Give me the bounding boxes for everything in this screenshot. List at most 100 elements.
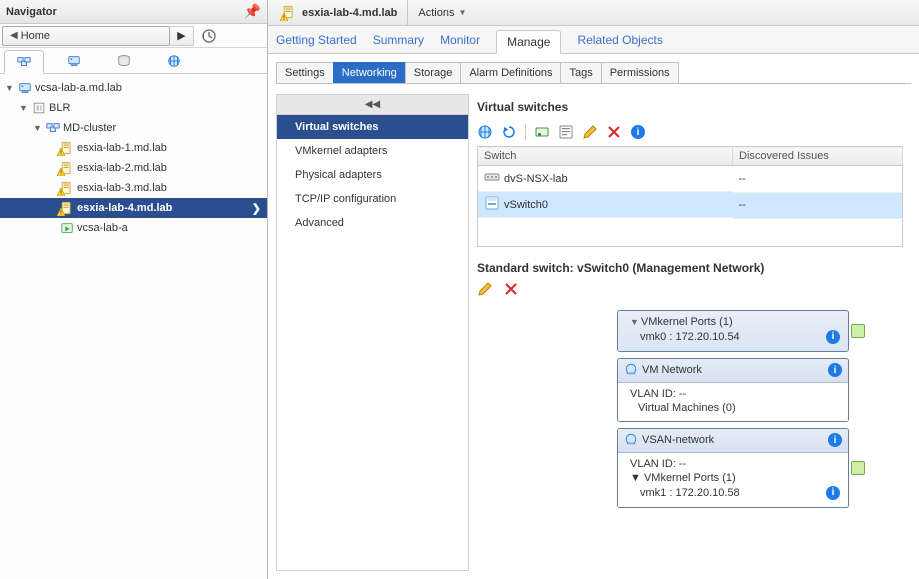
tab-hosts-clusters[interactable]	[4, 50, 44, 74]
switch-name: dvS-NSX-lab	[504, 173, 568, 185]
manage-content: Settings Networking Storage Alarm Defini…	[268, 54, 919, 579]
networking-body: ◀◀ Virtual switches VMkernel adapters Ph…	[276, 94, 911, 571]
tree-vapp-label: vcsa-lab-a	[77, 222, 128, 234]
breadcrumb-host-label: esxia-lab-4.md.lab	[302, 7, 397, 19]
tree-host[interactable]: esxia-lab-2.md.lab	[0, 158, 267, 178]
pg-header-label: VM Network	[642, 364, 702, 376]
twisty-icon[interactable]: ▼	[630, 317, 639, 327]
remove-icon[interactable]	[606, 124, 622, 140]
portgroup-icon	[624, 362, 638, 379]
info-icon[interactable]: i	[630, 124, 646, 140]
side-item-physical-adapters[interactable]: Physical adapters	[277, 163, 468, 187]
tab-manage[interactable]: Manage	[496, 30, 561, 54]
vswitch-toolbar: i	[477, 122, 903, 146]
actions-label: Actions	[418, 7, 454, 19]
tab-datastores[interactable]	[104, 49, 144, 73]
object-detail-pane: esxia-lab-4.md.lab Actions ▼ Getting Sta…	[268, 0, 919, 579]
manage-physical-adapters-icon[interactable]	[534, 124, 550, 140]
tab-related-objects[interactable]: Related Objects	[577, 33, 662, 53]
portgroup-vm-network[interactable]: VM Network i VLAN ID: -- Virtual Machine…	[617, 358, 849, 422]
migrate-vmk-icon[interactable]	[558, 124, 574, 140]
tab-getting-started[interactable]: Getting Started	[276, 33, 357, 53]
side-item-virtual-switches[interactable]: Virtual switches	[277, 115, 468, 139]
col-discovered-issues[interactable]: Discovered Issues	[733, 147, 903, 166]
side-list-collapse[interactable]: ◀◀	[277, 95, 468, 115]
side-item-vmkernel-adapters[interactable]: VMkernel adapters	[277, 139, 468, 163]
vapp-icon	[59, 220, 75, 236]
tree-host-selected[interactable]: esxia-lab-4.md.lab ❯	[0, 198, 267, 218]
tree-host[interactable]: esxia-lab-3.md.lab	[0, 178, 267, 198]
edit-icon[interactable]	[477, 281, 493, 300]
tree-vapp[interactable]: vcsa-lab-a	[0, 218, 267, 238]
side-item-tcpip-configuration[interactable]: TCP/IP configuration	[277, 187, 468, 211]
vmk-adapter-line: vmk1 : 172.20.10.58	[640, 487, 740, 499]
uplink-connector	[849, 324, 865, 338]
table-row[interactable]: dvS-NSX-lab --	[478, 166, 903, 193]
portgroup-vmkernel-ports[interactable]: ▼VMkernel Ports (1) vmk0 : 172.20.10.54 …	[617, 310, 849, 352]
inventory-tree: ▼ vcsa-lab-a.md.lab ▼ BLR ▼ MD-cluster e…	[0, 74, 267, 579]
pg-ports-expand-line: ▼ VMkernel Ports (1)	[630, 471, 840, 485]
col-switch[interactable]: Switch	[478, 147, 733, 166]
side-item-advanced[interactable]: Advanced	[277, 211, 468, 235]
host-icon	[59, 160, 75, 176]
info-icon[interactable]: i	[828, 363, 842, 377]
subtab-storage[interactable]: Storage	[405, 62, 462, 83]
tree-vcenter[interactable]: ▼ vcsa-lab-a.md.lab	[0, 78, 267, 98]
info-icon[interactable]: i	[826, 486, 840, 500]
remove-icon[interactable]	[503, 281, 519, 300]
nav-history-button[interactable]	[198, 26, 220, 46]
chevron-right-icon: ▶	[177, 29, 185, 42]
subtab-networking[interactable]: Networking	[333, 62, 406, 83]
nav-forward-button[interactable]: ▶	[170, 26, 194, 46]
twisty-icon[interactable]: ▼	[4, 83, 15, 93]
subtab-settings[interactable]: Settings	[276, 62, 334, 83]
datacenter-icon	[31, 100, 47, 116]
cluster-icon	[45, 120, 61, 136]
tree-dc-label: BLR	[49, 102, 70, 114]
breadcrumb-host[interactable]: esxia-lab-4.md.lab	[272, 0, 408, 25]
portgroup-vsan-network[interactable]: VSAN-network i VLAN ID: -- ▼ VMkernel Po…	[617, 428, 849, 508]
tree-cluster-label: MD-cluster	[63, 122, 116, 134]
host-icon	[59, 180, 75, 196]
navigator-inventory-tabs	[0, 48, 267, 74]
subtab-tags[interactable]: Tags	[560, 62, 601, 83]
add-host-networking-icon[interactable]	[477, 124, 493, 140]
edit-icon[interactable]	[582, 124, 598, 140]
tree-cluster[interactable]: ▼ MD-cluster	[0, 118, 267, 138]
vswitch-table: Switch Discovered Issues dvS-NSX-lab -- …	[477, 146, 903, 247]
tree-host-label: esxia-lab-1.md.lab	[77, 142, 167, 154]
switch-name: vSwitch0	[504, 199, 548, 211]
detail-title: Virtual switches	[477, 100, 903, 122]
subtab-alarm-definitions[interactable]: Alarm Definitions	[460, 62, 561, 83]
actions-menu[interactable]: Actions ▼	[408, 0, 476, 25]
tab-summary[interactable]: Summary	[373, 33, 424, 53]
dvswitch-icon	[484, 169, 500, 188]
host-icon	[59, 200, 75, 216]
tab-vms-templates[interactable]	[54, 49, 94, 73]
chevron-right-icon: ❯	[252, 202, 261, 215]
chevron-left-icon: ◀	[10, 30, 18, 41]
table-row-selected[interactable]: vSwitch0 --	[478, 192, 903, 218]
info-icon[interactable]: i	[828, 433, 842, 447]
nav-back-button[interactable]: ◀ Home	[2, 26, 170, 46]
chevron-down-icon: ▼	[458, 8, 466, 17]
pin-icon[interactable]: 📌	[244, 3, 261, 20]
twisty-icon[interactable]: ▼	[18, 103, 29, 113]
refresh-icon[interactable]	[501, 124, 517, 140]
stdswitch-icon	[484, 195, 500, 214]
twisty-icon[interactable]: ▼	[32, 123, 43, 133]
navigator-title: Navigator	[6, 6, 57, 18]
tab-networking[interactable]	[154, 49, 194, 73]
tree-vcenter-label: vcsa-lab-a.md.lab	[35, 82, 122, 94]
nav-history-bar: ◀ Home ▶	[0, 24, 267, 48]
tree-host[interactable]: esxia-lab-1.md.lab	[0, 138, 267, 158]
subtab-permissions[interactable]: Permissions	[601, 62, 679, 83]
tab-monitor[interactable]: Monitor	[440, 33, 480, 53]
double-chevron-left-icon: ◀◀	[365, 99, 380, 110]
info-icon[interactable]: i	[826, 330, 840, 344]
pg-vlan-line: VLAN ID: --	[630, 387, 840, 401]
breadcrumb: esxia-lab-4.md.lab Actions ▼	[268, 0, 919, 26]
pg-header-label: VMkernel Ports (1)	[641, 316, 733, 328]
uplink-connector	[849, 461, 865, 475]
tree-datacenter[interactable]: ▼ BLR	[0, 98, 267, 118]
